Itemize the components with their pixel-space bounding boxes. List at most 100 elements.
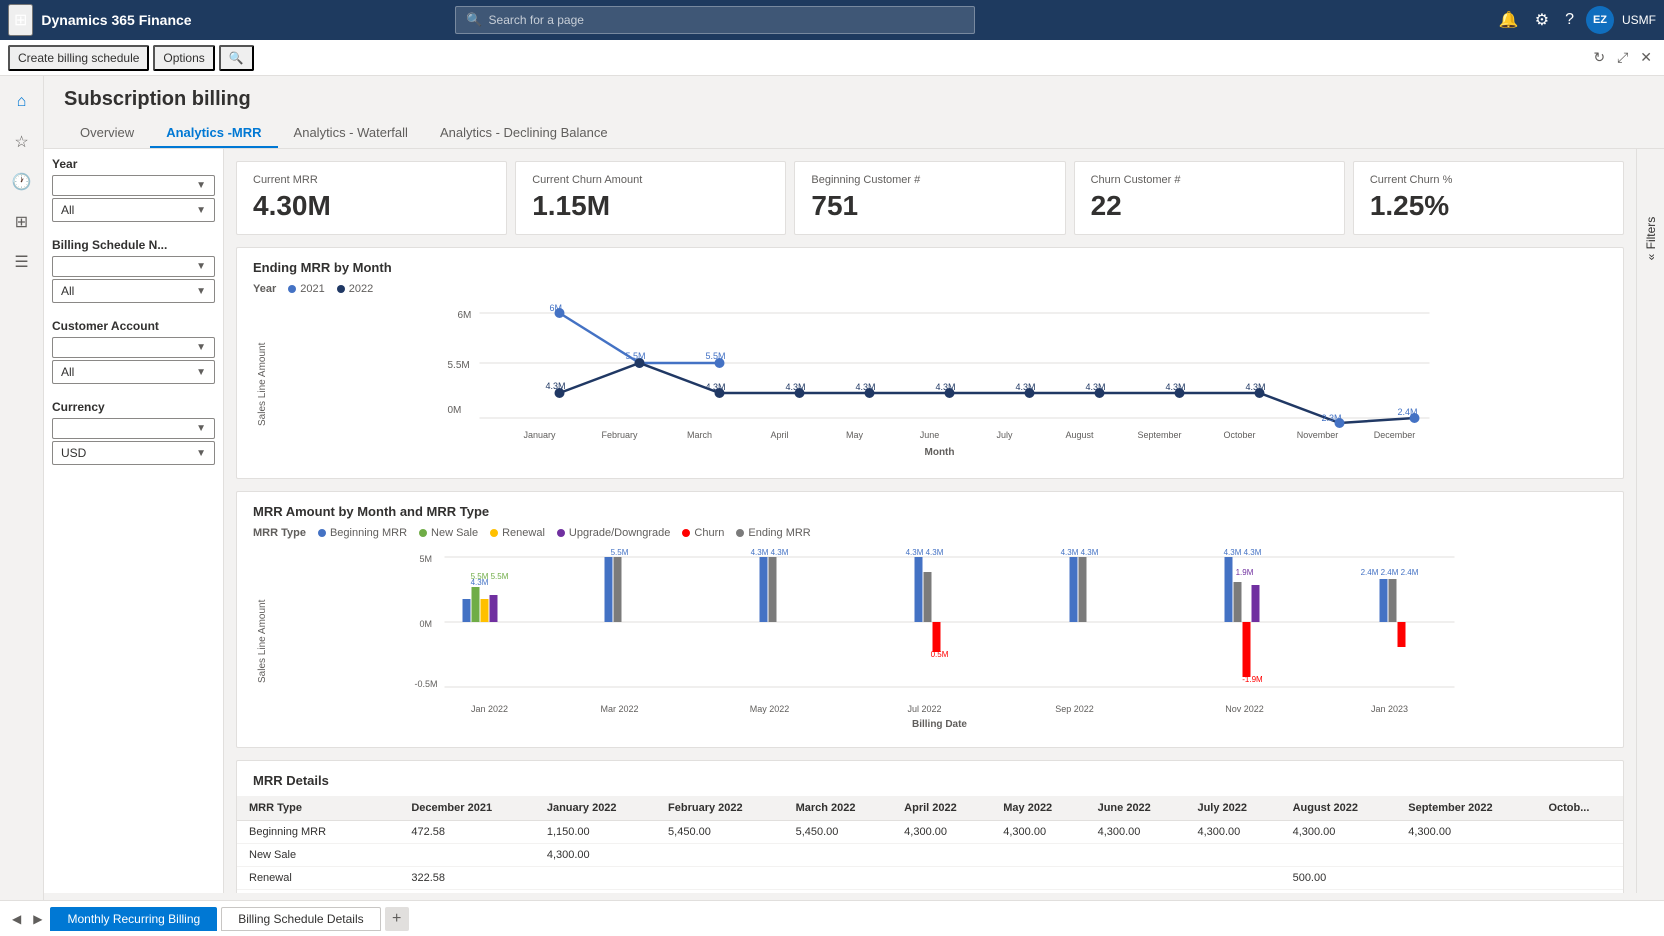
breadcrumb-create-billing[interactable]: Create billing schedule [8,45,149,71]
year-filter-label: Year [52,157,215,171]
td-upgrade-jan [535,890,656,894]
filters-label: Filters [1644,217,1658,250]
td-new-sale-may [991,844,1085,867]
td-beginning-apr: 4,300.00 [892,821,991,844]
ending-mrr-chart-card: Ending MRR by Month Year 2021 2022 Sales… [236,247,1624,479]
lbl-2022-aug: 4.3M [1086,382,1106,392]
help-button[interactable]: ? [1561,7,1578,33]
th-jan-2022: January 2022 [535,796,656,821]
td-beginning-feb: 5,450.00 [656,821,784,844]
td-beginning-dec: 472.58 [399,821,534,844]
td-new-sale-jul [1185,844,1280,867]
table-row: Renewal 322.58 500.00 [237,867,1623,890]
mrr-details-table-wrapper[interactable]: MRR Type December 2021 January 2022 Febr… [237,796,1623,893]
search-breadcrumb-button[interactable]: 🔍 [219,45,254,71]
th-mar-2022: March 2022 [784,796,893,821]
customer-account-filter-label: Customer Account [52,319,215,333]
legend-2021-dot [288,285,296,293]
sidebar-workspaces-icon[interactable]: ⊞ [4,204,40,240]
billing-schedule-filter-dropdown[interactable]: All ▼ [52,279,215,303]
td-upgrade-may [991,890,1085,894]
close-button[interactable]: ✕ [1636,45,1656,70]
customer-account-filter-dropdown-main[interactable]: ▼ [52,337,215,358]
mrr-bar-svg: 5M 0M -0.5M [272,547,1607,732]
bottom-tab-billing-schedule[interactable]: Billing Schedule Details [221,907,380,931]
bottom-add-tab-button[interactable]: + [385,907,409,931]
sidebar-favorites-icon[interactable]: ☆ [4,124,40,160]
customer-account-filter-dropdown[interactable]: All ▼ [52,360,215,384]
td-renewal-mar [784,867,893,890]
kpi-row: Current MRR 4.30M Current Churn Amount 1… [236,161,1624,235]
tab-analytics-declining[interactable]: Analytics - Declining Balance [424,119,624,148]
refresh-button[interactable]: ↻ [1589,45,1609,70]
tabs-container: Overview Analytics -MRR Analytics - Wate… [44,119,1664,149]
td-renewal-dec: 322.58 [399,867,534,890]
lbl-2022-nov: 2.3M [1322,413,1342,423]
kpi-beginning-customer-label: Beginning Customer # [811,174,1048,186]
kpi-churn-pct: Current Churn % 1.25% [1353,161,1624,235]
currency-filter-usd: USD [61,446,86,460]
right-filters-toggle[interactable]: « Filters [1640,209,1662,268]
legend-new-sale-label: New Sale [431,527,478,539]
legend-new-sale: New Sale [419,527,478,539]
bar-x-nov22: Nov 2022 [1225,704,1264,714]
year-filter-dropdown[interactable]: All ▼ [52,198,215,222]
td-upgrade-jun [1086,890,1186,894]
bar-x-jan23: Jan 2023 [1371,704,1408,714]
currency-filter-dropdown-main[interactable]: ▼ [52,418,215,439]
td-renewal-jan [535,867,656,890]
notifications-button[interactable]: 🔔 [1495,6,1523,34]
lbl-2022-dec: 2.4M [1398,407,1418,417]
customer-account-chevron-icon: ▼ [196,342,206,353]
bar-y-5m: 5M [420,554,433,564]
search-input[interactable] [489,13,965,27]
tab-analytics-waterfall[interactable]: Analytics - Waterfall [278,119,424,148]
year-filter-dropdown-main[interactable]: ▼ [52,175,215,196]
legend-2021: 2021 [288,283,324,295]
td-new-sale-dec [399,844,534,867]
td-beginning-oct [1536,821,1623,844]
breadcrumb-options[interactable]: Options [153,45,214,71]
bottom-tab-monthly-billing[interactable]: Monthly Recurring Billing [50,907,217,931]
legend-beginning-mrr-dot [318,529,326,537]
td-upgrade-mar [784,890,893,894]
bar-y-0m: 0M [420,619,433,629]
kpi-churn-amount-label: Current Churn Amount [532,174,769,186]
sidebar-modules-icon[interactable]: ☰ [4,244,40,280]
bottom-nav-prev[interactable]: ◀ [8,910,25,928]
tab-overview[interactable]: Overview [64,119,150,148]
sidebar-recent-icon[interactable]: 🕐 [4,164,40,200]
legend-upgrade-label: Upgrade/Downgrade [569,527,671,539]
table-row: Beginning MRR 472.58 1,150.00 5,450.00 5… [237,821,1623,844]
lbl-2022-jan: 4.3M [546,381,566,391]
legend-renewal-dot [490,529,498,537]
x-mar: March [687,430,712,440]
bottom-nav-next[interactable]: ▶ [29,910,46,928]
bottom-bar: ◀ ▶ Monthly Recurring Billing Billing Sc… [0,900,1664,936]
td-renewal-sep [1396,867,1536,890]
td-new-sale-mar [784,844,893,867]
kpi-churn-pct-label: Current Churn % [1370,174,1607,186]
lbl-2022-jun: 4.3M [936,382,956,392]
year-filter-group: Year ▼ All ▼ [52,157,215,222]
billing-schedule-filter-dropdown-main[interactable]: ▼ [52,256,215,277]
td-beginning-jan: 1,150.00 [535,821,656,844]
td-upgrade-oct [1536,890,1623,894]
td-renewal-jun [1086,867,1186,890]
currency-filter-group: Currency ▼ USD ▼ [52,400,215,465]
td-new-sale-sep [1396,844,1536,867]
open-in-new-button[interactable]: ⤢ [1613,45,1632,70]
mrr-details-title: MRR Details [237,761,1623,796]
settings-button[interactable]: ⚙ [1531,6,1553,34]
search-bar[interactable]: 🔍 [455,6,975,34]
y-label-0m: 0M [448,405,462,416]
x-jun: June [920,430,940,440]
user-badge[interactable]: EZ [1586,6,1614,34]
tab-analytics-mrr[interactable]: Analytics -MRR [150,119,277,148]
sidebar-home-icon[interactable]: ⌂ [4,84,40,120]
td-beginning-jul: 4,300.00 [1185,821,1280,844]
bar-jan-renewal [481,599,489,622]
currency-filter-dropdown[interactable]: USD ▼ [52,441,215,465]
app-grid-button[interactable]: ⊞ [8,4,33,36]
legend-beginning-mrr-label: Beginning MRR [330,527,407,539]
